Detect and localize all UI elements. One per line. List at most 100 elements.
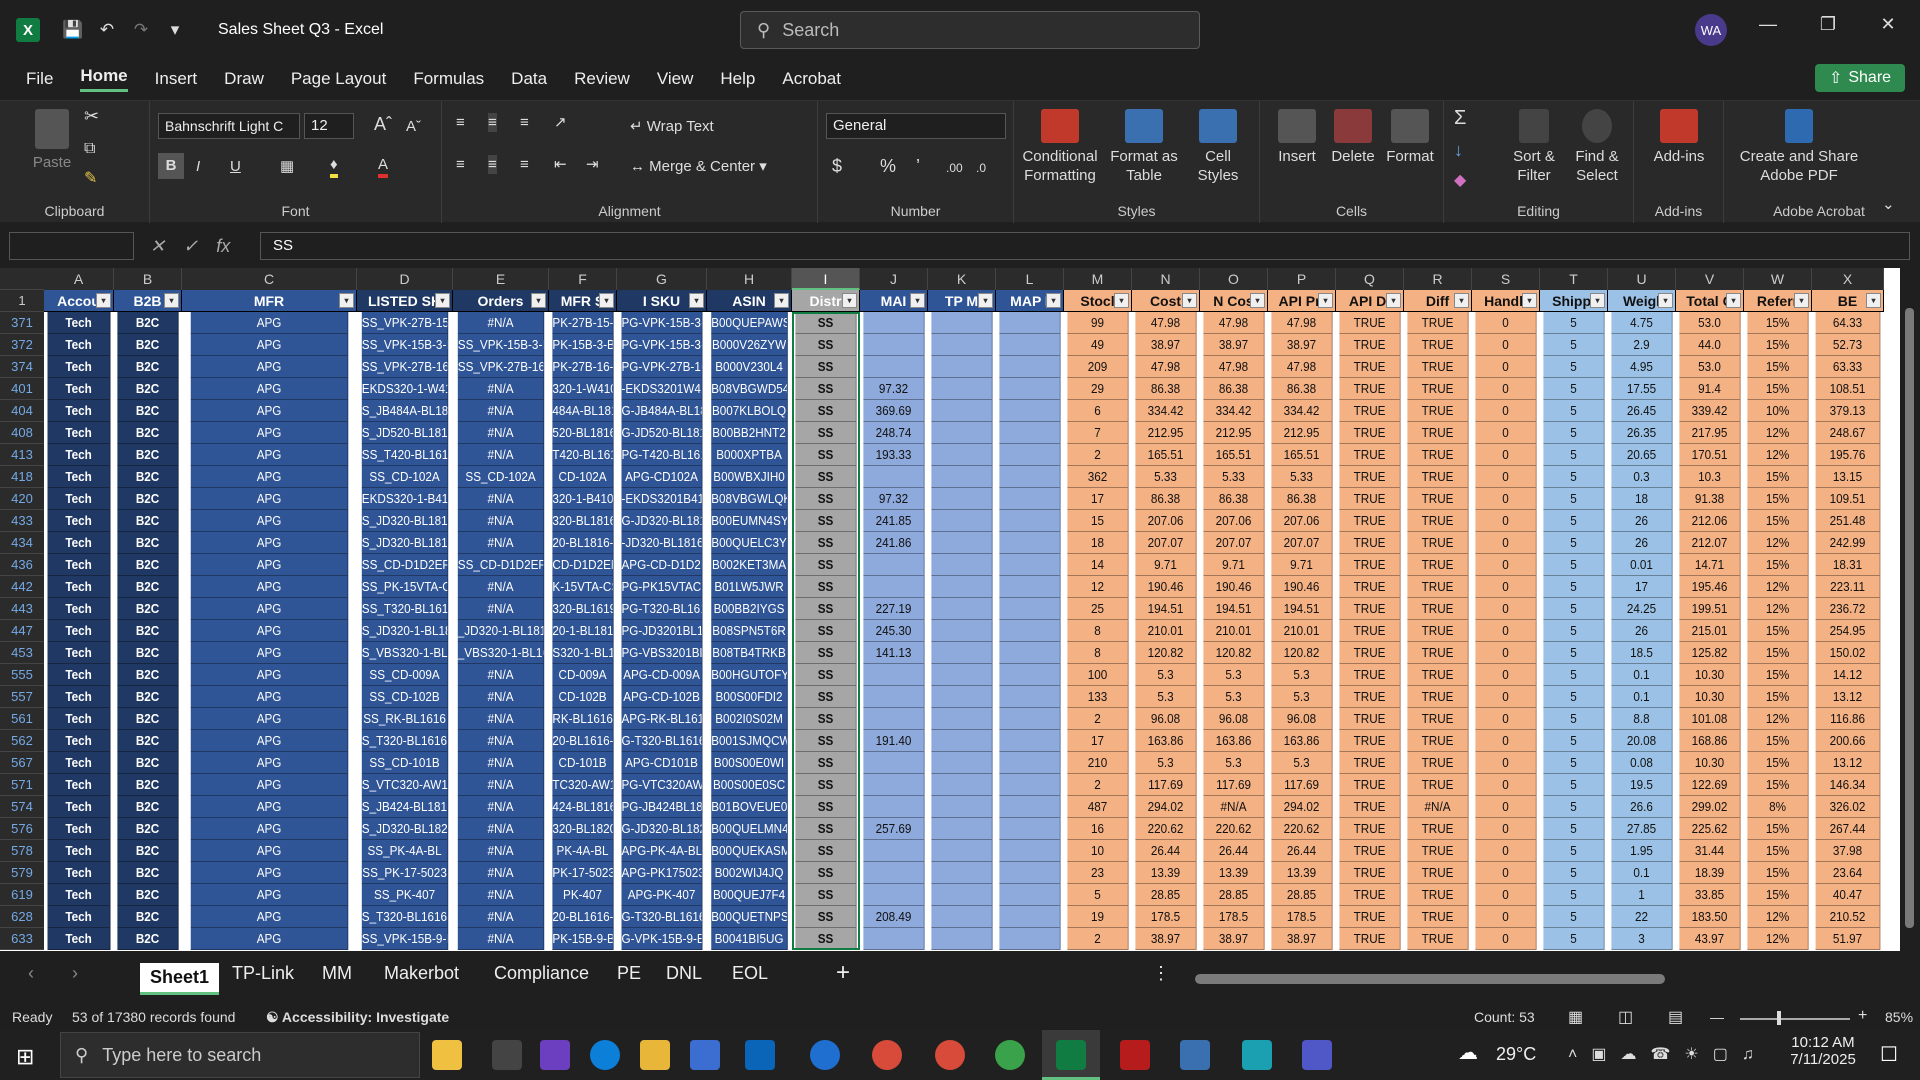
- table-cell[interactable]: SS_PK-15VTA-CS6: [361, 576, 449, 598]
- table-cell[interactable]: SS_PK-4A-BL: [361, 840, 449, 862]
- table-cell[interactable]: 0: [1475, 510, 1537, 532]
- table-cell[interactable]: 190.46: [1271, 576, 1333, 598]
- table-cell[interactable]: 13.39: [1271, 862, 1333, 884]
- table-cell[interactable]: 178.5: [1135, 906, 1197, 928]
- table-cell[interactable]: 5: [1543, 554, 1605, 576]
- table-cell[interactable]: 26: [1611, 510, 1673, 532]
- header-cell[interactable]: TP M ▾: [928, 290, 996, 312]
- table-cell[interactable]: B2C: [117, 554, 179, 576]
- decrease-decimal-icon[interactable]: .0: [976, 159, 986, 178]
- table-cell[interactable]: B2C: [117, 906, 179, 928]
- table-cell[interactable]: 23: [1067, 862, 1129, 884]
- table-cell[interactable]: TRUE: [1407, 510, 1469, 532]
- scroll-right-icon[interactable]: ›: [72, 963, 78, 984]
- column-header-h[interactable]: H: [707, 268, 792, 290]
- table-cell[interactable]: _JD320-1-BL1816: [457, 620, 545, 642]
- table-cell[interactable]: 1: [1611, 884, 1673, 906]
- column-header-g[interactable]: G: [617, 268, 707, 290]
- column-header-d[interactable]: D: [357, 268, 453, 290]
- table-cell[interactable]: 47.98: [1271, 312, 1333, 334]
- table-cell[interactable]: S_JD320-BL1820-: [361, 818, 449, 840]
- table-cell[interactable]: TRUE: [1339, 796, 1401, 818]
- row-header[interactable]: 443: [0, 598, 44, 620]
- table-cell[interactable]: 20-BL1816-C: [552, 532, 614, 554]
- table-cell[interactable]: #N/A: [457, 906, 545, 928]
- table-cell[interactable]: 5: [1543, 356, 1605, 378]
- currency-icon[interactable]: $: [832, 157, 842, 176]
- table-cell[interactable]: 8: [1067, 642, 1129, 664]
- table-cell[interactable]: 320-1-W410: [552, 378, 614, 400]
- table-cell[interactable]: B00QUEJ7F4: [711, 884, 788, 906]
- table-cell[interactable]: 26: [1611, 620, 1673, 642]
- row-header[interactable]: 372: [0, 334, 44, 356]
- table-cell[interactable]: #N/A: [457, 488, 545, 510]
- table-cell[interactable]: 170.51: [1679, 444, 1741, 466]
- table-cell[interactable]: 0: [1475, 840, 1537, 862]
- table-cell[interactable]: Tech: [47, 378, 111, 400]
- row-header[interactable]: 413: [0, 444, 44, 466]
- table-cell[interactable]: TRUE: [1407, 466, 1469, 488]
- table-cell[interactable]: TRUE: [1339, 840, 1401, 862]
- table-cell[interactable]: 248.74: [863, 422, 925, 444]
- table-cell[interactable]: S_JD520-BL1816-: [361, 422, 449, 444]
- table-cell[interactable]: SS: [795, 598, 857, 620]
- table-cell[interactable]: APG: [190, 796, 349, 818]
- table-cell[interactable]: #N/A: [1203, 796, 1265, 818]
- table-cell[interactable]: 194.51: [1135, 598, 1197, 620]
- table-cell[interactable]: 5.3: [1271, 752, 1333, 774]
- table-cell[interactable]: 15%: [1747, 664, 1809, 686]
- table-cell[interactable]: 33.85: [1679, 884, 1741, 906]
- table-cell[interactable]: #N/A: [457, 576, 545, 598]
- filter-dropdown-icon[interactable]: ▾: [910, 293, 925, 308]
- row-header[interactable]: 628: [0, 906, 44, 928]
- table-cell[interactable]: TRUE: [1407, 620, 1469, 642]
- table-cell[interactable]: SS_PK-407: [361, 884, 449, 906]
- table-cell[interactable]: 38.97: [1271, 334, 1333, 356]
- table-cell[interactable]: APG: [190, 312, 349, 334]
- table-cell[interactable]: 12%: [1747, 422, 1809, 444]
- table-cell[interactable]: TRUE: [1407, 708, 1469, 730]
- table-cell[interactable]: 424-BL1816: [552, 796, 614, 818]
- system-tray-icons[interactable]: ˄▣☁☎☀▢♫: [1568, 1044, 1768, 1064]
- table-cell[interactable]: TRUE: [1339, 356, 1401, 378]
- table-cell[interactable]: [999, 400, 1061, 422]
- filezilla-icon[interactable]: [1120, 1040, 1150, 1070]
- menu-tab-acrobat[interactable]: Acrobat: [782, 69, 841, 89]
- table-cell[interactable]: 15%: [1747, 620, 1809, 642]
- table-cell[interactable]: EKDS320-1-B410-: [361, 488, 449, 510]
- table-cell[interactable]: [863, 554, 925, 576]
- table-cell[interactable]: 20-BL1616-: [552, 730, 614, 752]
- header-cell[interactable]: Handli ▾: [1472, 290, 1540, 312]
- table-cell[interactable]: SS: [795, 686, 857, 708]
- table-cell[interactable]: TRUE: [1339, 686, 1401, 708]
- table-cell[interactable]: TRUE: [1407, 334, 1469, 356]
- table-cell[interactable]: [999, 576, 1061, 598]
- table-cell[interactable]: 7: [1067, 422, 1129, 444]
- table-cell[interactable]: 220.62: [1135, 818, 1197, 840]
- table-cell[interactable]: S320-1-BL16: [552, 642, 614, 664]
- table-cell[interactable]: SS: [795, 664, 857, 686]
- table-cell[interactable]: 14.12: [1815, 664, 1881, 686]
- table-cell[interactable]: 210.01: [1135, 620, 1197, 642]
- table-cell[interactable]: 117.69: [1203, 774, 1265, 796]
- table-cell[interactable]: SS: [795, 840, 857, 862]
- table-cell[interactable]: 44.0: [1679, 334, 1741, 356]
- formula-input[interactable]: SS: [260, 232, 1910, 260]
- table-cell[interactable]: 207.07: [1271, 532, 1333, 554]
- table-cell[interactable]: APG: [190, 554, 349, 576]
- row-header[interactable]: 442: [0, 576, 44, 598]
- table-cell[interactable]: CD-D1D2EP: [552, 554, 614, 576]
- table-cell[interactable]: 5: [1543, 906, 1605, 928]
- table-cell[interactable]: B2C: [117, 774, 179, 796]
- table-cell[interactable]: S_T320-BL1616-K: [361, 730, 449, 752]
- table-cell[interactable]: Tech: [47, 400, 111, 422]
- table-cell[interactable]: TRUE: [1339, 642, 1401, 664]
- table-cell[interactable]: SS_CD-101B: [361, 752, 449, 774]
- table-cell[interactable]: TRUE: [1407, 884, 1469, 906]
- table-cell[interactable]: Tech: [47, 576, 111, 598]
- table-cell[interactable]: 212.95: [1271, 422, 1333, 444]
- table-cell[interactable]: TRUE: [1339, 422, 1401, 444]
- redo-icon[interactable]: ↷: [128, 20, 154, 40]
- table-cell[interactable]: PG-VPK-15B-3-E: [621, 334, 703, 356]
- insert-cells-button[interactable]: Insert: [1270, 109, 1324, 166]
